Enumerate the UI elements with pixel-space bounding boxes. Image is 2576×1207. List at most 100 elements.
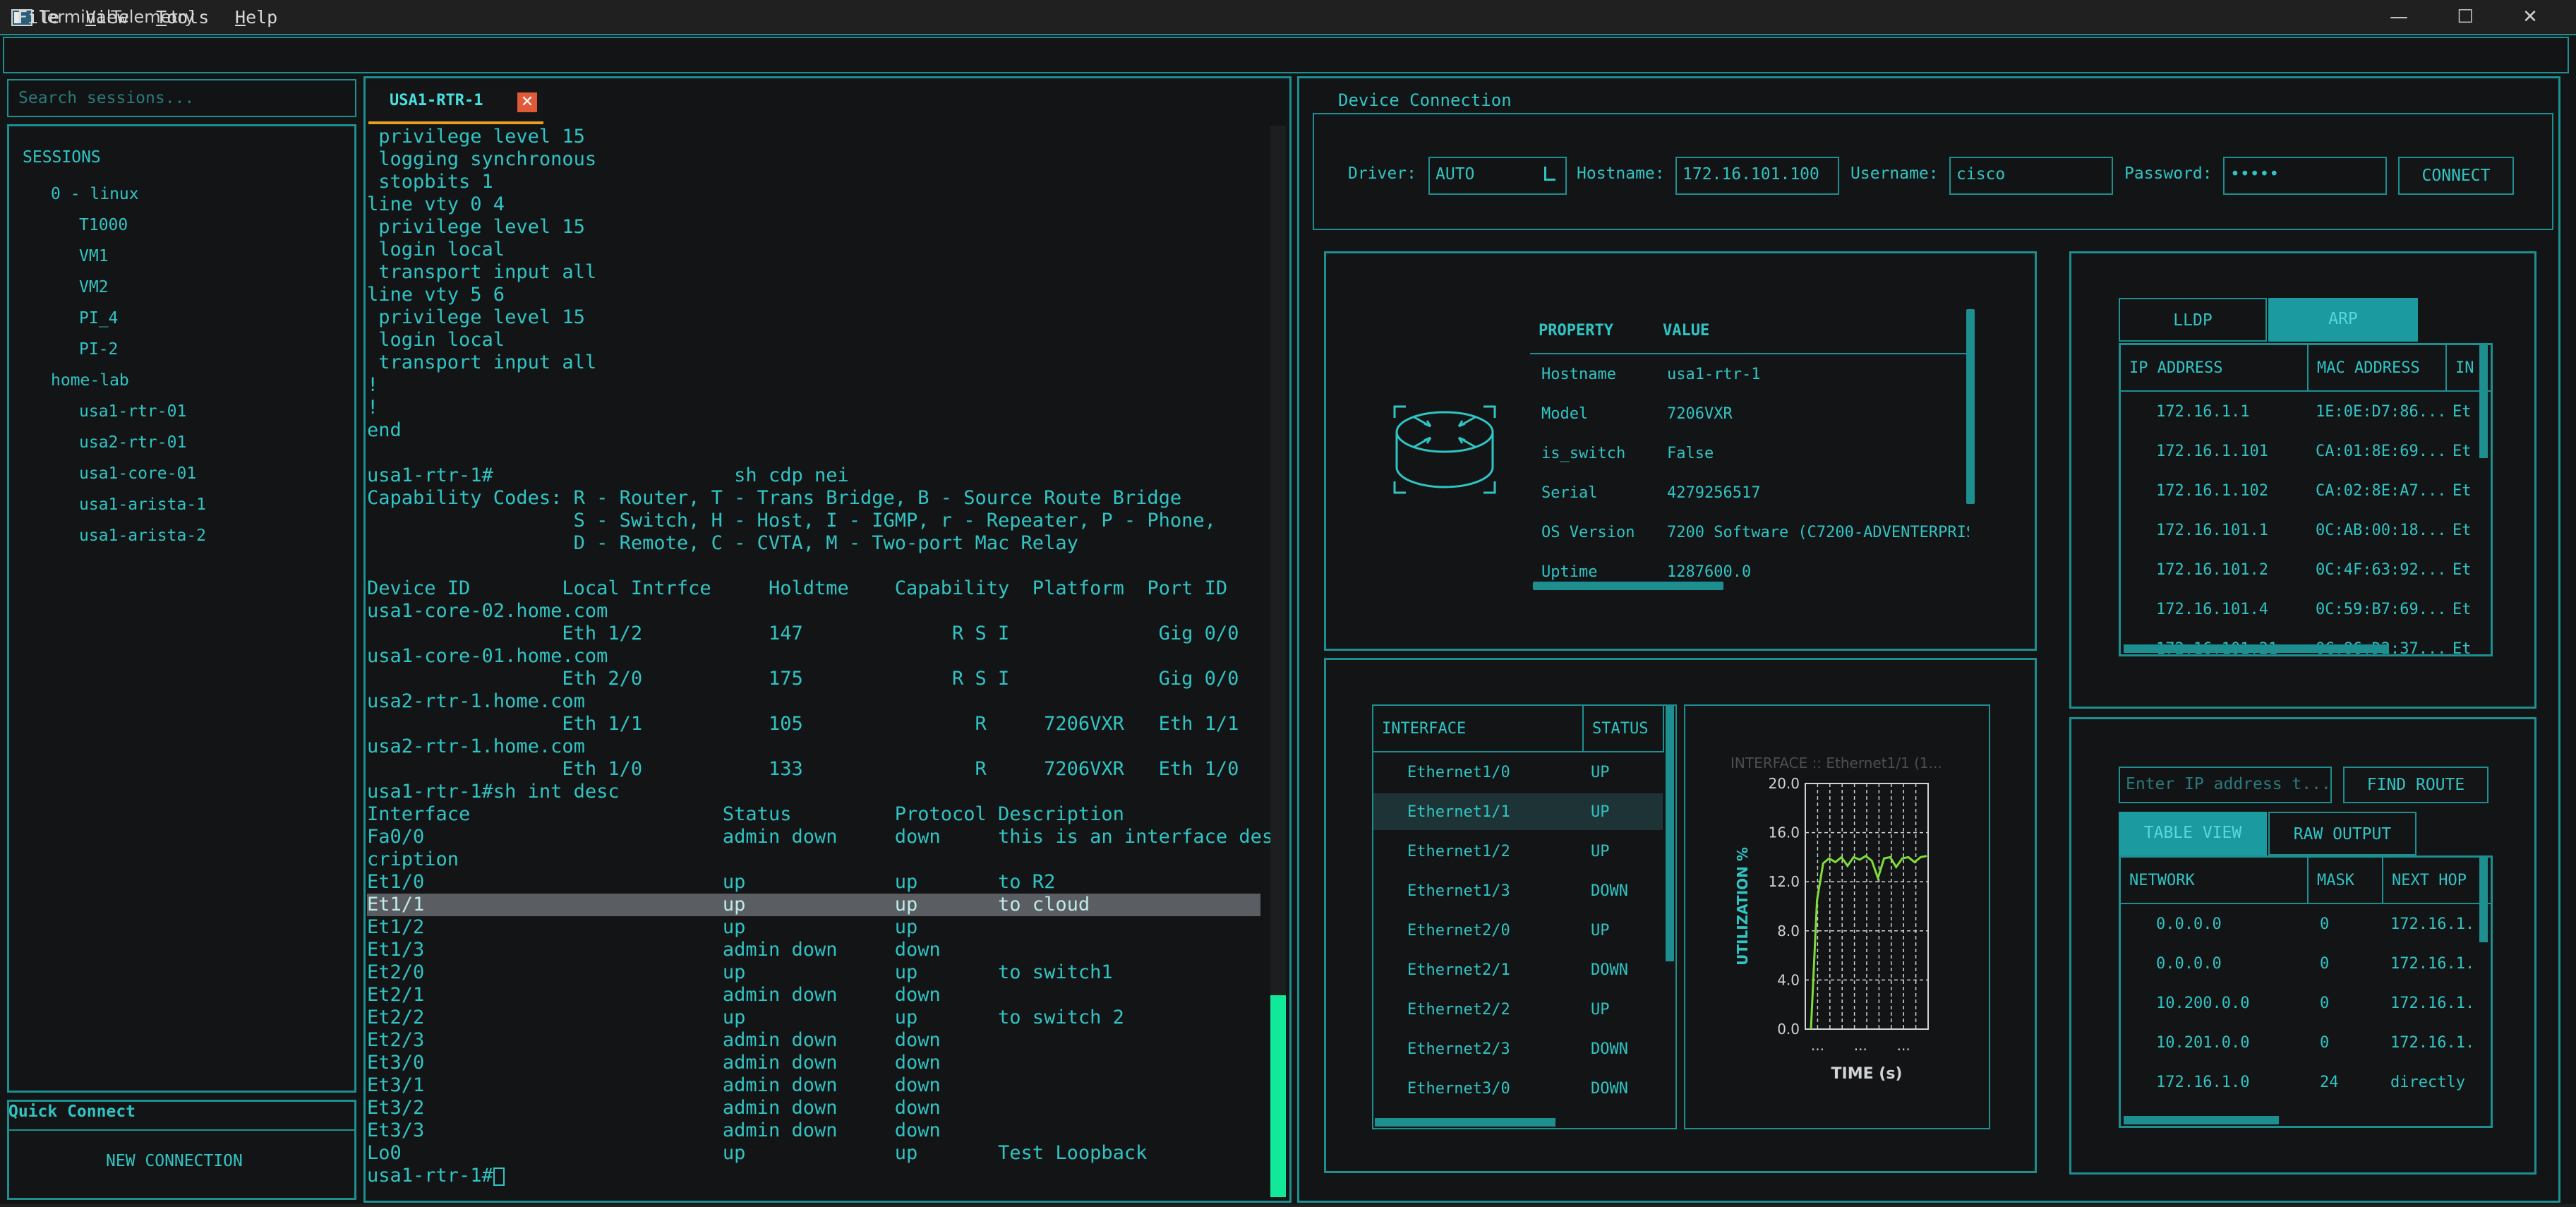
value-header: VALUE (1663, 322, 1710, 340)
session-group[interactable]: 0 - linux (51, 185, 139, 203)
column-header[interactable]: IP ADDRESS (2121, 345, 2309, 392)
header-divider (1530, 353, 1969, 354)
table-cell: 10.200.0.0 (2156, 995, 2250, 1012)
session-group[interactable]: home-lab (51, 371, 129, 390)
y-tick-label: 8.0 (1777, 923, 1800, 939)
terminal-line: Capability Codes: R - Router, T - Trans … (367, 487, 1182, 509)
table-cell: DOWN (1591, 882, 1628, 900)
username-field[interactable]: cisco (1949, 157, 2113, 195)
table-cell: Ethernet2/3 (1407, 1040, 1510, 1058)
terminal-line: Et3/2 admin down down (367, 1097, 941, 1119)
terminal-line: usa1-rtr-1#sh int desc (367, 781, 620, 803)
vertical-scrollbar[interactable] (1666, 706, 1674, 961)
table-cell: 0.0.0.0 (2156, 915, 2222, 933)
close-tab-icon[interactable]: ✕ (517, 92, 537, 112)
utilization-chart: INTERFACE :: Ethernet1/1 (1...0.0 4.0 8.0 1… (1731, 755, 1942, 1083)
column-header[interactable]: INTERFACE (1373, 706, 1584, 752)
session-item[interactable]: usa2-rtr-01 (79, 433, 186, 452)
column-header[interactable]: STATUS (1584, 706, 1664, 752)
route-ip-input[interactable]: Enter IP address t... (2119, 767, 2332, 803)
hostname-field[interactable]: 172.16.101.100 (1675, 157, 1839, 195)
session-item[interactable]: PI_4 (79, 309, 118, 328)
table-cell: Ethernet1/0 (1407, 764, 1510, 781)
terminal-line: privilege level 15 (367, 306, 585, 328)
table-cell: Ethernet2/2 (1407, 1001, 1510, 1019)
horizontal-scrollbar[interactable] (1375, 1118, 1555, 1127)
connect-button[interactable]: CONNECT (2398, 157, 2514, 195)
table-cell: DOWN (1591, 1080, 1628, 1098)
find-route-button[interactable]: FIND ROUTE (2343, 767, 2488, 803)
terminal-line: ! (367, 374, 379, 396)
menu-view[interactable]: View (85, 7, 128, 28)
table-cell: UP (1591, 764, 1610, 781)
table-cell: 172.16.101.1 (2156, 522, 2268, 539)
terminal-line: Et3/3 admin down down (367, 1119, 941, 1141)
session-item[interactable]: PI-2 (79, 340, 118, 359)
terminal-line: Et2/2 up up to switch 2 (367, 1007, 1124, 1028)
terminal-line: Et3/0 admin down down (367, 1052, 941, 1074)
column-header[interactable]: NEXT HOP (2383, 858, 2491, 904)
terminal-line: stopbits 1 (367, 171, 493, 193)
property-name: Uptime (1541, 563, 1598, 581)
session-item[interactable]: VM1 (79, 247, 109, 265)
tab-table-view[interactable]: TABLE VIEW (2119, 812, 2267, 855)
terminal-line: Lo0 up up Test Loopback (367, 1142, 1148, 1164)
session-item[interactable]: usa1-core-01 (79, 464, 196, 483)
router-icon (1393, 405, 1496, 494)
title-bar (0, 0, 2576, 35)
terminal-scroll-thumb[interactable] (1270, 995, 1286, 1197)
tab-lldp[interactable]: LLDP (2119, 298, 2267, 342)
properties-vertical-scrollbar[interactable] (1966, 309, 1975, 504)
utilization-chart-box: INTERFACE :: Ethernet1/1 (1... 0.0 4.0 8.0 1… (1684, 704, 1990, 1129)
column-header[interactable]: NETWORK (2121, 858, 2309, 904)
search-sessions-input[interactable]: Search sessions... (7, 79, 356, 117)
terminal-line: ! (367, 397, 379, 419)
session-item[interactable]: usa1-arista-2 (79, 527, 206, 545)
horizontal-scrollbar[interactable] (2124, 1116, 2279, 1124)
divider (8, 1129, 354, 1131)
table-cell: 0C:59:B7:69... (2316, 601, 2444, 618)
table-cell: 172.16.1. (2390, 995, 2475, 1012)
property-value: False (1667, 445, 1714, 462)
table-cell: CA:02:8E:A7... (2316, 482, 2444, 500)
menu-help[interactable]: Help (235, 7, 277, 28)
horizontal-scrollbar[interactable] (2124, 644, 2389, 653)
driver-label: Driver: (1348, 164, 1416, 183)
close-window-button[interactable]: ✕ (2491, 0, 2569, 35)
terminal-line: Et1/3 admin down down (367, 939, 941, 961)
column-header[interactable]: MASK (2309, 858, 2383, 904)
table-cell: Et (2452, 522, 2472, 539)
session-item[interactable]: T1000 (79, 216, 128, 234)
x-tick-label: ... (1811, 1037, 1824, 1054)
tab-label: USA1-RTR-1 (390, 92, 483, 109)
driver-select[interactable]: AUTO (1428, 157, 1567, 195)
y-tick-label: 20.0 (1768, 775, 1800, 792)
properties-horizontal-scrollbar[interactable] (1533, 582, 1723, 590)
x-tick-label: ... (1897, 1037, 1910, 1054)
terminal-line: Eth 1/1 105 R 7206VXR Eth 1/1 (367, 713, 1239, 735)
terminal-line: Et2/3 admin down down (367, 1029, 941, 1051)
menu-tools[interactable]: Tools (156, 7, 209, 28)
terminal-line: cription (367, 848, 459, 870)
password-field[interactable]: ••••• (2223, 157, 2387, 195)
sessions-header: SESSIONS (23, 148, 101, 167)
table-cell: Ethernet2/1 (1407, 961, 1510, 979)
tab-raw-output[interactable]: RAW OUTPUT (2268, 812, 2416, 855)
terminal-line: Et1/2 up up (367, 916, 918, 938)
table-cell: 172.16.1.1 (2156, 403, 2250, 421)
tab-arp[interactable]: ARP (2268, 298, 2418, 342)
vertical-scrollbar[interactable] (2479, 345, 2488, 458)
terminal-line: Et2/1 admin down down (367, 984, 941, 1006)
session-item[interactable]: usa1-arista-1 (79, 496, 206, 514)
column-header[interactable]: MAC ADDRESS (2309, 345, 2447, 392)
table-cell: 10.201.0.0 (2156, 1034, 2250, 1052)
terminal-output[interactable]: privilege level 15 logging synchronous s… (366, 126, 1273, 1199)
new-connection-button[interactable]: NEW CONNECTION (106, 1152, 243, 1170)
session-item[interactable]: VM2 (79, 278, 109, 296)
property-name: OS Version (1541, 524, 1635, 541)
table-cell: Ethernet2/0 (1407, 922, 1510, 939)
table-cell: 0.0.0.0 (2156, 955, 2222, 973)
session-item[interactable]: usa1-rtr-01 (79, 402, 186, 421)
vertical-scrollbar[interactable] (2479, 858, 2488, 942)
menu-file[interactable]: File (17, 7, 59, 28)
